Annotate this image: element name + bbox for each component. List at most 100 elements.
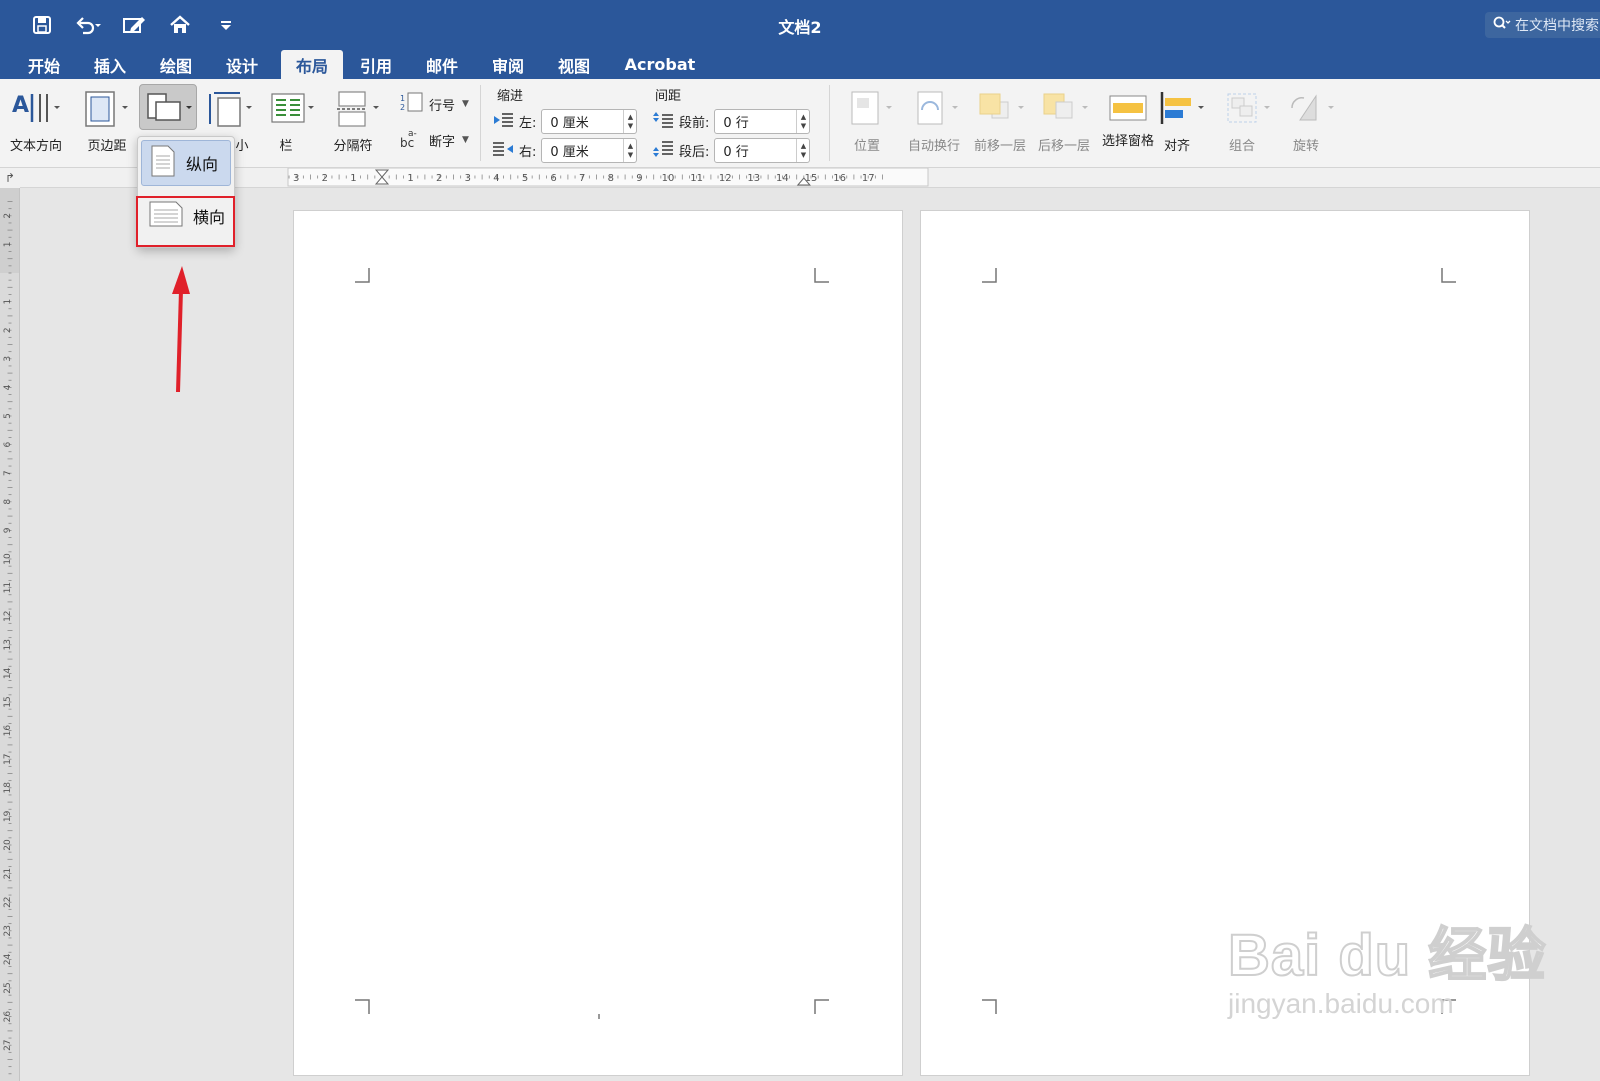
horizontal-ruler[interactable]: 3 2 1 1 2 3 4 5 6 7 8 9 10 11 12 13 14 15 16 17 bbox=[20, 167, 1600, 188]
title-bar: 文档2 在文档中搜索 bbox=[0, 0, 1600, 50]
indent-left-input[interactable]: 0 厘米 ▲ ▼ bbox=[541, 109, 638, 134]
indent-left-row: 左: 0 厘米 ▲ ▼ bbox=[492, 109, 638, 134]
indent-group-label: 缩进 bbox=[497, 89, 524, 104]
ruler-label: 1 bbox=[3, 242, 13, 248]
search-box[interactable]: 在文档中搜索 bbox=[1485, 12, 1600, 38]
page-margin-marks bbox=[355, 268, 829, 1019]
ruler-label: 10 bbox=[662, 173, 675, 184]
ruler-label: 4 bbox=[493, 173, 499, 184]
text-direction-button[interactable]: A 文本方向 bbox=[10, 85, 62, 154]
ruler-label: 22 bbox=[3, 896, 13, 907]
selection-pane-button[interactable]: 选择窗格 bbox=[1102, 85, 1154, 149]
tab-review[interactable]: 审阅 bbox=[484, 50, 532, 79]
ruler-label: 11 bbox=[3, 582, 13, 593]
ruler-label: 17 bbox=[862, 173, 875, 184]
tab-stop-selector[interactable]: ↱ bbox=[0, 168, 20, 188]
group-button[interactable]: 组合 bbox=[1222, 85, 1274, 154]
columns-button[interactable]: 栏 bbox=[268, 85, 318, 154]
vertical-ruler-scale: 2112345678910111213141516171819202122232… bbox=[0, 188, 19, 1075]
line-numbers-icon: 12 bbox=[400, 91, 424, 117]
separator bbox=[829, 85, 830, 161]
spacing-group-label: 间距 bbox=[655, 89, 682, 104]
indent-right-icon bbox=[492, 141, 514, 161]
tab-references[interactable]: 引用 bbox=[352, 50, 400, 79]
indent-right-input[interactable]: 0 厘米 ▲ ▼ bbox=[541, 138, 638, 163]
bring-forward-icon bbox=[970, 85, 1030, 131]
tab-insert[interactable]: 插入 bbox=[86, 50, 134, 79]
orientation-button[interactable] bbox=[140, 85, 196, 131]
breaks-icon bbox=[333, 85, 385, 131]
ruler-label: 16 bbox=[3, 725, 13, 737]
spinner-arrows-icon[interactable]: ▲ ▼ bbox=[796, 110, 809, 133]
search-icon bbox=[1493, 16, 1511, 34]
ruler-label: 2 bbox=[3, 327, 13, 333]
hyphenation-button[interactable]: a-bc 断字 ▼ bbox=[400, 127, 469, 153]
tab-layout[interactable]: 布局 bbox=[281, 50, 343, 79]
ruler-label: 26 bbox=[3, 1011, 13, 1023]
ribbon-tabs: 开始 插入 绘图 设计 布局 引用 邮件 审阅 视图 Acrobat bbox=[0, 50, 1600, 79]
ruler-label: 18 bbox=[3, 782, 13, 794]
align-button[interactable]: 对齐 bbox=[1158, 85, 1208, 154]
send-backward-button[interactable]: 后移一层 bbox=[1034, 85, 1094, 154]
breaks-button[interactable]: 分隔符 bbox=[333, 85, 385, 154]
tab-mailings[interactable]: 邮件 bbox=[418, 50, 466, 79]
spacing-after-row: 段后: 0 行 ▲ ▼ bbox=[652, 138, 811, 163]
ruler-label: 11 bbox=[690, 173, 703, 184]
ruler-label: 4 bbox=[3, 384, 13, 390]
line-numbers-button[interactable]: 12 行号 ▼ bbox=[400, 91, 469, 117]
rotate-icon bbox=[1286, 85, 1338, 131]
orientation-icon bbox=[140, 85, 196, 131]
spacing-after-input[interactable]: 0 行 ▲ ▼ bbox=[714, 138, 811, 163]
ruler-label: 25 bbox=[3, 982, 13, 993]
ruler-label: 23 bbox=[3, 925, 13, 936]
ruler-label: 12 bbox=[719, 173, 732, 184]
spinner-arrows-icon[interactable]: ▲ ▼ bbox=[623, 110, 636, 133]
indent-right-row: 右: 0 厘米 ▲ ▼ bbox=[492, 138, 638, 163]
document-page-1[interactable] bbox=[293, 210, 903, 1076]
page-size-icon bbox=[204, 85, 256, 131]
spinner-arrows-icon[interactable]: ▲ ▼ bbox=[796, 139, 809, 162]
ruler-label: 2 bbox=[3, 213, 13, 219]
spacing-before-input[interactable]: 0 行 ▲ ▼ bbox=[714, 109, 811, 134]
wrap-text-button[interactable]: 自动换行 bbox=[904, 85, 964, 154]
tab-draw[interactable]: 绘图 bbox=[152, 50, 200, 79]
ruler-label: 24 bbox=[3, 953, 13, 965]
red-arrow-annotation bbox=[172, 266, 190, 393]
ribbon-layout: A 文本方向 页边距 小 栏 分隔符 12 行号 ▼ a- bc 断字 ▼ 缩进… bbox=[0, 79, 1600, 168]
menu-item-portrait[interactable]: 纵向 bbox=[141, 140, 231, 186]
ruler-label: 16 bbox=[833, 173, 846, 184]
hyphenation-icon: a-bc bbox=[400, 127, 424, 153]
ruler-label: 27 bbox=[3, 1039, 13, 1050]
ruler-label: 1 bbox=[407, 173, 413, 184]
margins-button[interactable]: 页边距 bbox=[82, 85, 132, 154]
tab-acrobat[interactable]: Acrobat bbox=[620, 50, 700, 79]
tab-home[interactable]: 开始 bbox=[20, 50, 68, 79]
tab-view[interactable]: 视图 bbox=[550, 50, 598, 79]
spacing-after-icon bbox=[652, 140, 674, 162]
document-title: 文档2 bbox=[778, 18, 822, 37]
ruler-label: 6 bbox=[550, 173, 556, 184]
chevron-down-icon: ▼ bbox=[462, 99, 469, 109]
vertical-ruler[interactable]: 2 1 1 2 3 4 5 6 7 8 9 10 11 12 13 14 15 16 17 18 19 20 21 22 23 2… bbox=[0, 188, 20, 1081]
position-button[interactable]: 位置 bbox=[848, 85, 896, 154]
bring-forward-button[interactable]: 前移一层 bbox=[970, 85, 1030, 154]
ruler-label: 9 bbox=[3, 527, 13, 533]
ruler-label: 7 bbox=[579, 173, 585, 184]
tab-design[interactable]: 设计 bbox=[218, 50, 266, 79]
ruler-label: 1 bbox=[3, 299, 13, 305]
spacing-before-icon bbox=[652, 111, 674, 133]
spinner-arrows-icon[interactable]: ▲ ▼ bbox=[623, 139, 636, 162]
ruler-label: 2 bbox=[436, 173, 442, 184]
ruler-label: 21 bbox=[3, 868, 13, 879]
svg-text:A: A bbox=[12, 93, 29, 118]
watermark-url: jingyan.baidu.com bbox=[1228, 988, 1454, 1019]
rotate-button[interactable]: 旋转 bbox=[1286, 85, 1338, 154]
svg-text:2: 2 bbox=[400, 103, 405, 112]
ruler-label: 6 bbox=[3, 441, 13, 447]
ruler-label: 14 bbox=[776, 173, 789, 184]
ruler-label: 15 bbox=[3, 696, 13, 707]
ruler-label: 1 bbox=[350, 173, 356, 184]
ruler-label: 10 bbox=[3, 553, 13, 565]
ruler-label: 9 bbox=[636, 173, 642, 184]
ruler-label: 3 bbox=[465, 173, 471, 184]
